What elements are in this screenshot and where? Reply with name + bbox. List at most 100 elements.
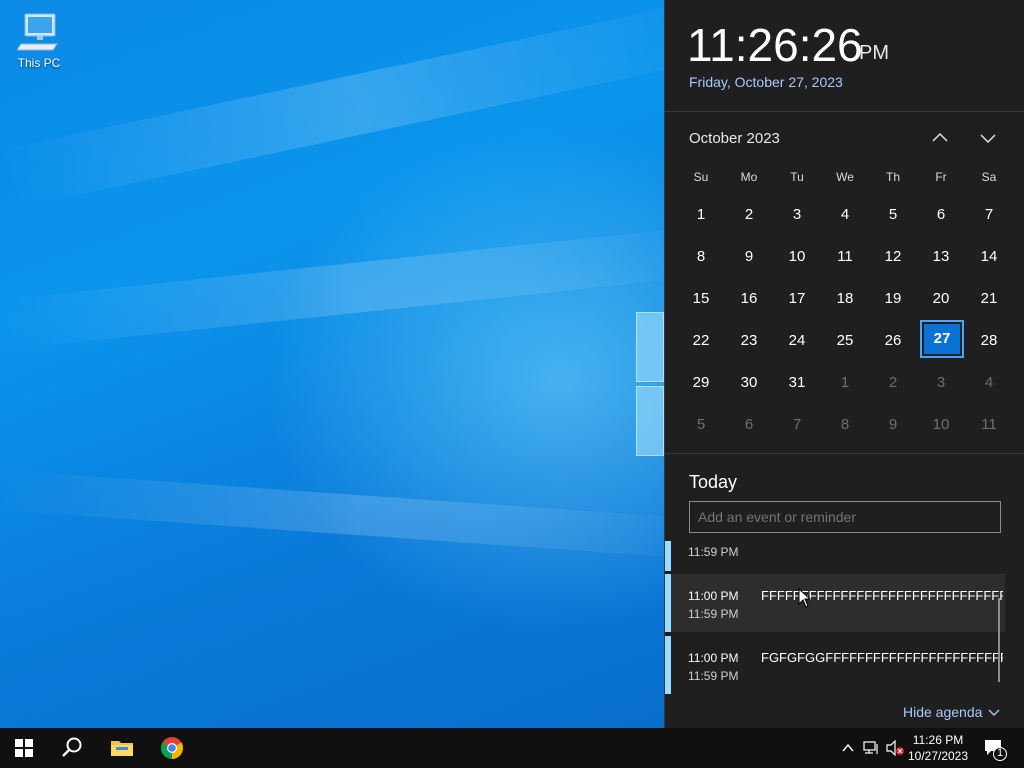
calendar-day[interactable]: 11 (821, 236, 869, 278)
calendar-day[interactable]: 5 (869, 194, 917, 236)
calendar-day[interactable]: 8 (821, 404, 869, 446)
divider (665, 111, 1024, 112)
agenda-item-end-time: 11:59 PM (688, 607, 739, 621)
weekday-label: Mo (740, 170, 758, 184)
add-event-input[interactable] (689, 501, 1001, 533)
calendar-day[interactable]: 29 (677, 362, 725, 404)
taskbar: 11:26 PM 10/27/2023 1 (0, 728, 1024, 768)
calendar-day[interactable]: 19 (869, 278, 917, 320)
calendar-day[interactable]: 2 (869, 362, 917, 404)
calendar-day[interactable]: 10 (917, 404, 965, 446)
agenda-item-start-time: 11:00 PM (688, 589, 739, 603)
calendar-flyout: 11:26:26 PM Friday, October 27, 2023 Oct… (664, 0, 1024, 728)
calendar-day[interactable]: 5 (677, 404, 725, 446)
chevron-down-icon (980, 134, 996, 144)
calendar-day[interactable]: 3 (917, 362, 965, 404)
selected-day-highlight: 27 (920, 320, 964, 358)
wallpaper-beam (0, 0, 717, 209)
agenda-item-start-time: 11:00 PM (688, 651, 739, 665)
calendar-day[interactable]: 2 (725, 194, 773, 236)
agenda-item-end-time: 11:59 PM (688, 545, 739, 559)
desktop-icon-this-pc[interactable]: This PC (10, 10, 68, 70)
calendar-day[interactable]: 20 (917, 278, 965, 320)
chevron-up-icon (932, 132, 948, 142)
agenda-heading: Today (689, 472, 738, 492)
calendar-day[interactable]: 17 (773, 278, 821, 320)
calendar-day[interactable]: 11 (965, 404, 1013, 446)
agenda-item[interactable]: 11:59 PM (665, 541, 1005, 571)
weekday-header: Su Mo Tu We Th Fr Sa (677, 160, 1013, 194)
month-title[interactable]: October 2023 (689, 130, 780, 147)
agenda-item[interactable]: 11:00 PM 11:59 PM FGFGFGGFFFFFFFFFFFFFFF… (665, 636, 1005, 694)
weekday-label: Tu (790, 170, 804, 184)
taskbar-clock[interactable]: 11:26 PM 10/27/2023 (906, 732, 970, 764)
calendar-week-row: 5 6 7 8 9 10 11 (677, 404, 1013, 446)
calendar-day[interactable]: 25 (821, 320, 869, 362)
weekday-label: Fr (935, 170, 947, 184)
weekday-label: Th (885, 170, 900, 184)
weekday-label: Sa (981, 170, 997, 184)
calendar-day[interactable]: 8 (677, 236, 725, 278)
calendar-day[interactable]: 9 (869, 404, 917, 446)
calendar-week-row: 8 9 10 11 12 13 14 (677, 236, 1013, 278)
calendar-day[interactable]: 7 (965, 194, 1013, 236)
divider (665, 453, 1024, 454)
mouse-cursor-icon (798, 588, 812, 608)
agenda-item[interactable]: 11:00 PM 11:59 PM FFFFFFFFFFFFFFFFFFFFFF… (665, 574, 1005, 632)
desktop-icon-label: This PC (17, 56, 61, 70)
calendar-day[interactable]: 31 (773, 362, 821, 404)
calendar-day[interactable]: 14 (965, 236, 1013, 278)
calendar-day[interactable]: 10 (773, 236, 821, 278)
previous-month-button[interactable] (925, 124, 955, 152)
agenda-item-color-bar (665, 636, 671, 694)
agenda-scrollbar[interactable] (998, 598, 1000, 682)
volume-muted-icon (886, 740, 904, 756)
calendar-day[interactable]: 6 (917, 194, 965, 236)
flyout-long-date[interactable]: Friday, October 27, 2023 (689, 74, 843, 90)
calendar-day[interactable]: 16 (725, 278, 773, 320)
taskbar-date: 10/27/2023 (907, 749, 969, 763)
notification-icon (985, 740, 1007, 761)
wallpaper-beam (0, 470, 719, 561)
search-button[interactable] (48, 728, 96, 768)
calendar-day[interactable]: 13 (917, 236, 965, 278)
flyout-ampm: PM (859, 42, 889, 64)
calendar-day[interactable]: 23 (725, 320, 773, 362)
file-explorer-button[interactable] (98, 728, 146, 768)
computer-icon (16, 10, 61, 54)
calendar-day[interactable]: 6 (725, 404, 773, 446)
calendar-day[interactable]: 1 (677, 194, 725, 236)
calendar-day-today[interactable]: 27 (917, 320, 965, 362)
notification-count: 1 (997, 747, 1004, 759)
wallpaper-beam (0, 224, 722, 350)
weekday-label: Su (693, 170, 709, 184)
calendar-day[interactable]: 9 (725, 236, 773, 278)
calendar-week-row: 22 23 24 25 26 27 28 (677, 320, 1013, 362)
calendar-day[interactable]: 24 (773, 320, 821, 362)
calendar-day[interactable]: 4 (965, 362, 1013, 404)
start-button[interactable] (0, 728, 48, 768)
next-month-button[interactable] (973, 124, 1003, 152)
show-hidden-icons-button[interactable] (838, 738, 858, 758)
network-button[interactable] (861, 738, 881, 758)
calendar-day[interactable]: 15 (677, 278, 725, 320)
calendar-day[interactable]: 12 (869, 236, 917, 278)
calendar-day[interactable]: 22 (677, 320, 725, 362)
action-center-button[interactable]: 1 (982, 736, 1008, 762)
calendar-day[interactable]: 28 (965, 320, 1013, 362)
windows-start-icon (15, 739, 33, 757)
calendar-day[interactable]: 18 (821, 278, 869, 320)
chrome-button[interactable] (148, 728, 196, 768)
calendar-day[interactable]: 7 (773, 404, 821, 446)
calendar-day[interactable]: 26 (869, 320, 917, 362)
calendar-day[interactable]: 1 (821, 362, 869, 404)
calendar-day[interactable]: 21 (965, 278, 1013, 320)
chevron-up-icon (842, 743, 854, 752)
hide-agenda-button[interactable]: Hide agenda (903, 704, 1000, 720)
calendar-day[interactable]: 4 (821, 194, 869, 236)
calendar-weeks: 1 2 3 4 5 6 7 8 9 10 11 12 13 14 15 16 17 18 19 20 21 22 23 24 2… (677, 194, 1013, 446)
calendar-day[interactable]: 30 (725, 362, 773, 404)
calendar-day[interactable]: 3 (773, 194, 821, 236)
agenda-item-title: FGFGFGGFFFFFFFFFFFFFFFFFFFFFFFFF (761, 650, 1003, 665)
volume-button[interactable] (885, 738, 905, 758)
